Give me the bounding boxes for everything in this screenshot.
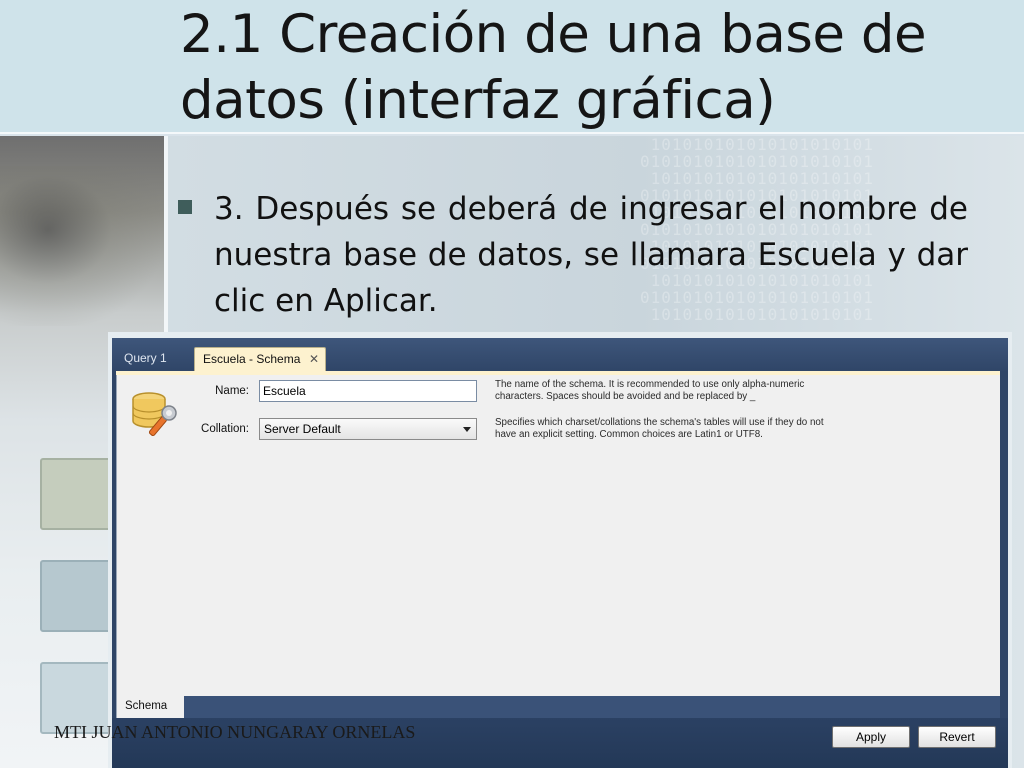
collation-dropdown[interactable]: Server Default (259, 418, 477, 440)
tab-escuela-schema[interactable]: Escuela - Schema ✕ (194, 347, 326, 372)
name-label: Name: (215, 385, 249, 397)
editor-tab-bar: Query 1 Escuela - Schema ✕ (112, 338, 1008, 372)
close-tab-icon[interactable]: ✕ (309, 348, 319, 370)
tab-label: Escuela - Schema (203, 352, 301, 366)
decorative-square-2 (40, 560, 112, 632)
collation-selected-value: Server Default (264, 422, 341, 436)
slide-footer: MTI JUAN ANTONIO NUNGARAY ORNELAS (54, 722, 416, 742)
tab-schema[interactable]: Schema (116, 696, 184, 718)
schema-form-panel: Name: The name of the schema. It is reco… (116, 375, 1000, 696)
bullet-text: 3. Después se deberá de ingresar el nomb… (214, 191, 968, 319)
bullet-square-icon (178, 200, 192, 214)
revert-button[interactable]: Revert (918, 726, 996, 748)
tab-label: Query 1 (124, 351, 167, 365)
chevron-down-icon (463, 427, 471, 432)
schema-name-input[interactable] (259, 380, 477, 402)
tab-query-1[interactable]: Query 1 (116, 347, 175, 372)
decorative-square-1 (40, 458, 112, 530)
collation-hint: Specifies which charset/collations the s… (495, 417, 824, 440)
apply-button[interactable]: Apply (832, 726, 910, 748)
collation-label: Collation: (201, 423, 249, 435)
slide-title: 2.1 Creación de una base de datos (inter… (180, 4, 927, 131)
name-hint: The name of the schema. It is recommende… (495, 379, 805, 402)
bottom-tab-bar (116, 696, 1000, 718)
schema-editor-window: Query 1 Escuela - Schema ✕ Name: The nam… (112, 338, 1008, 768)
